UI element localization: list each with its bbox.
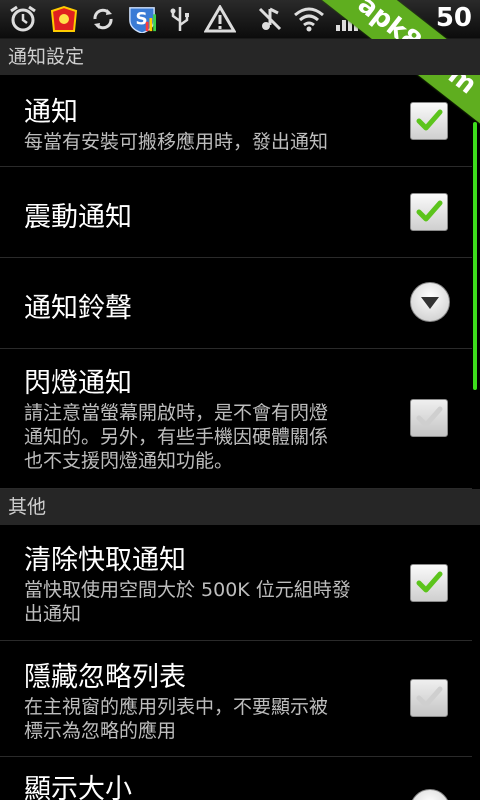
pref-led-title: 閃燈通知 xyxy=(24,368,132,399)
pref-display-size-title: 顯示大小 xyxy=(24,774,132,800)
scrollbar[interactable] xyxy=(473,122,477,390)
pref-led[interactable]: 閃燈通知 請注意當螢幕開啟時，是不會有閃燈 通知的。另外，有些手機因硬體關係 也… xyxy=(0,349,472,489)
pref-hide-ignored-summary: 在主視窗的應用列表中，不要顯示被 標示為忽略的應用 xyxy=(24,695,384,743)
checkmark-icon xyxy=(416,571,443,593)
pref-display-size[interactable]: 顯示大小 xyxy=(0,757,472,800)
pref-hide-ignored[interactable]: 隱藏忽略列表 在主視窗的應用列表中，不要顯示被 標示為忽略的應用 xyxy=(0,641,472,757)
wifi-icon xyxy=(294,7,324,32)
checkmark-icon xyxy=(416,406,443,428)
pref-notify[interactable]: 通知 每當有安裝可搬移應用時，發出通知 xyxy=(0,76,472,167)
summary-line: 在主視窗的應用列表中，不要顯示被 xyxy=(24,696,329,718)
pref-notify-title: 通知 xyxy=(24,97,78,128)
pref-led-summary: 請注意當螢幕開啟時，是不會有閃燈 通知的。另外，有些手機因硬體關係 也不支援閃燈… xyxy=(24,401,384,473)
pref-notify-summary: 每當有安裝可搬移應用時，發出通知 xyxy=(24,131,329,153)
s-shield-icon: S xyxy=(129,7,156,33)
pref-clear-cache-title: 清除快取通知 xyxy=(24,545,186,576)
summary-line: 請注意當螢幕開啟時，是不會有閃燈 xyxy=(24,402,329,424)
vibrate-checkbox[interactable] xyxy=(410,193,448,231)
pref-clear-cache-summary: 當快取使用空間大於 500K 位元組時發 出通知 xyxy=(24,578,384,626)
clock: 50 xyxy=(435,3,472,33)
summary-line: 標示為忽略的應用 xyxy=(24,720,177,742)
pref-vibrate-title: 震動通知 xyxy=(24,202,132,233)
summary-line: 當快取使用空間大於 500K 位元組時發 xyxy=(24,579,351,601)
hide-ignored-checkbox[interactable] xyxy=(410,679,448,717)
clear-cache-checkbox[interactable] xyxy=(410,564,448,602)
checkmark-icon xyxy=(416,200,443,222)
chevron-down-icon xyxy=(421,297,439,309)
ringtone-dropdown[interactable] xyxy=(410,282,450,322)
checkmark-icon xyxy=(416,686,443,708)
summary-line: 出通知 xyxy=(24,603,82,625)
pref-ringtone[interactable]: 通知鈴聲 xyxy=(0,258,472,349)
section-header-notifications: 通知設定 xyxy=(0,39,480,75)
app-red-icon xyxy=(50,5,78,32)
pref-ringtone-title: 通知鈴聲 xyxy=(24,293,132,324)
display-size-dropdown[interactable] xyxy=(410,789,450,800)
sync-icon xyxy=(93,8,113,30)
no-sound-icon xyxy=(258,7,282,31)
summary-line: 也不支援閃燈通知功能。 xyxy=(24,450,234,472)
pref-clear-cache[interactable]: 清除快取通知 當快取使用空間大於 500K 位元組時發 出通知 xyxy=(0,526,472,641)
led-checkbox[interactable] xyxy=(410,399,448,437)
notify-checkbox[interactable] xyxy=(410,102,448,140)
section-header-other: 其他 xyxy=(0,489,480,525)
summary-line: 通知的。另外，有些手機因硬體關係 xyxy=(24,426,329,448)
pref-hide-ignored-title: 隱藏忽略列表 xyxy=(24,662,186,693)
checkmark-icon xyxy=(416,109,443,131)
warning-icon xyxy=(204,5,236,33)
alarm-icon xyxy=(10,5,36,32)
usb-icon xyxy=(170,7,189,31)
pref-vibrate[interactable]: 震動通知 xyxy=(0,167,472,258)
